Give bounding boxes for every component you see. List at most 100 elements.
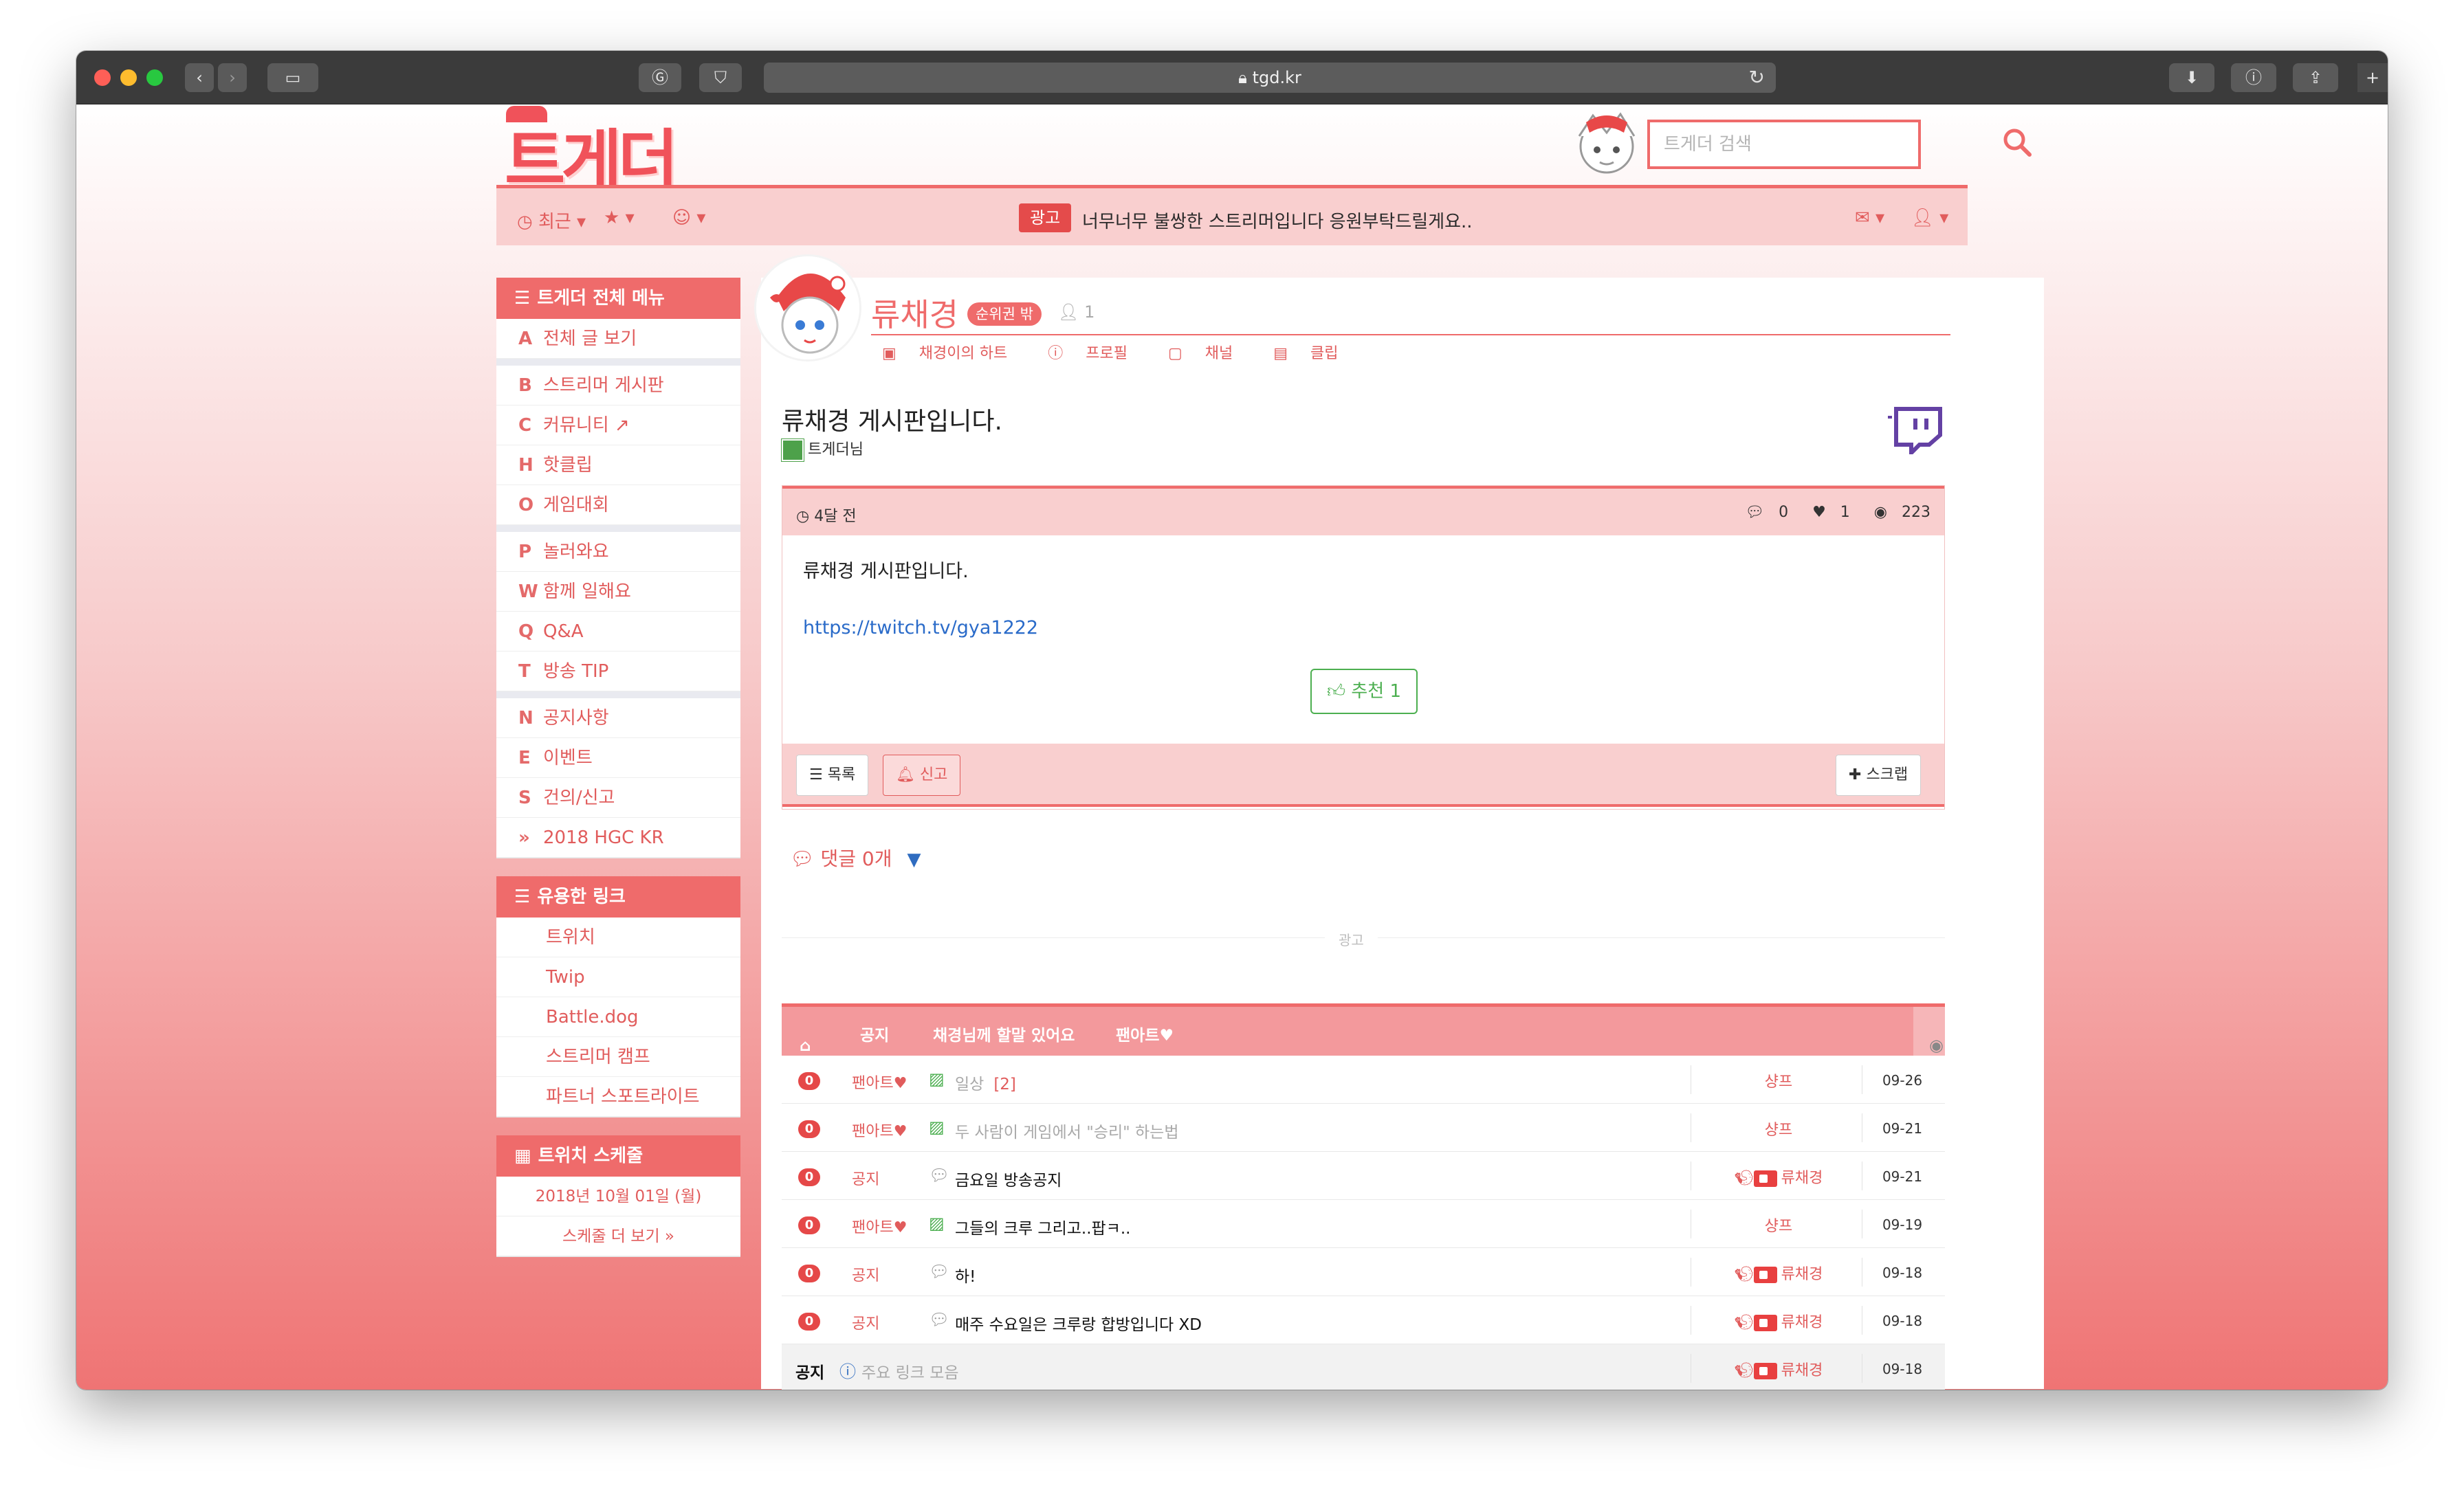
streamer-avatar[interactable] xyxy=(754,254,861,362)
row-title[interactable]: 그들의 크루 그리고..팝ㅋ.. xyxy=(955,1215,1140,1238)
notice-title[interactable]: 주요 링크 모음 xyxy=(861,1359,959,1383)
view-toggle-button[interactable]: ◉ xyxy=(1913,1007,1945,1056)
notice-writer[interactable]: 🍤︎ 류채경 xyxy=(1710,1358,1847,1380)
recommend-button[interactable]: 👍︎ 추천 1 xyxy=(1310,669,1418,714)
profile-link-clips[interactable]: ▤ 클립 xyxy=(1273,345,1356,362)
row-title[interactable]: 금요일 방송공지 xyxy=(955,1167,1071,1190)
address-bar[interactable]: 🔒︎ tgd.kr ↻ xyxy=(764,63,1776,93)
sidebar-item-all-posts[interactable]: A 전체 글 보기 xyxy=(496,319,740,359)
row-category[interactable]: 팬아트♥ xyxy=(852,1071,907,1093)
new-tab-button[interactable]: + xyxy=(2357,63,2388,92)
follower-count: 👤︎ 1 xyxy=(1058,302,1094,322)
sidebar-toggle-icon[interactable]: ▭ xyxy=(267,63,318,92)
twitch-icon[interactable] xyxy=(1885,405,1944,454)
site-menu-title-text: 트게더 전체 메뉴 xyxy=(537,288,665,309)
row-title[interactable]: 두 사람이 게임에서 "승리" 하는법 xyxy=(955,1119,1188,1142)
row-title[interactable]: 매주 수요일은 크루랑 합방입니다 XD xyxy=(955,1311,1211,1335)
link-twitch[interactable]: 트위치 xyxy=(496,918,740,957)
table-row[interactable]: 0 공지 💬︎ 하! 🍤︎ 류채경 09-18 xyxy=(782,1248,1945,1296)
close-window-button[interactable] xyxy=(94,69,111,86)
downloads-icon[interactable]: ⬇ xyxy=(2169,63,2214,92)
sidebar-item-hot-clips[interactable]: H 핫클립 xyxy=(496,445,740,485)
row-writer[interactable]: 🍤︎ 류채경 xyxy=(1710,1262,1847,1284)
row-title[interactable]: 일상 [2] xyxy=(955,1071,1016,1094)
row-writer[interactable]: 샹프 xyxy=(1710,1118,1847,1139)
ad-banner-text[interactable]: 너무너무 불쌍한 스트리머입니다 응원부탁드릴게요.. xyxy=(1082,208,1473,233)
row-writer[interactable]: 🍤︎ 류채경 xyxy=(1710,1166,1847,1188)
tab-fanart[interactable]: 팬아트♥ xyxy=(1116,1022,1174,1045)
tab-to-streamer[interactable]: 채경님께 할말 있어요 xyxy=(933,1022,1075,1045)
sidebar-item-qna[interactable]: Q Q&A xyxy=(496,612,740,652)
info-icon[interactable]: ⓘ xyxy=(2231,63,2276,92)
search-icon[interactable] xyxy=(2001,126,2033,158)
row-category[interactable]: 팬아트♥ xyxy=(852,1119,907,1141)
forward-button[interactable]: › xyxy=(218,63,247,92)
row-writer[interactable]: 샹프 xyxy=(1710,1214,1847,1236)
sidebar-item-feedback[interactable]: S 건의/신고 xyxy=(496,778,740,818)
minimize-window-button[interactable] xyxy=(120,69,137,86)
schedule-more-link[interactable]: 스케줄 더 보기 » xyxy=(496,1216,740,1256)
user-dropdown[interactable]: 👤︎ ▾ xyxy=(1911,208,1948,228)
sidebar-item-visit[interactable]: P 놀러와요 xyxy=(496,532,740,572)
row-category[interactable]: 공지 xyxy=(852,1167,879,1189)
chat-icon: 💬︎ xyxy=(929,1262,950,1281)
sidebar-item-streamer-board[interactable]: B 스트리머 게시판 xyxy=(496,366,740,405)
post-time: ◷ 4달 전 xyxy=(796,504,857,526)
link-partner-spotlight[interactable]: 파트너 스포트라이트 xyxy=(496,1077,740,1117)
reload-icon[interactable]: ↻ xyxy=(1749,63,1765,93)
favorites-dropdown[interactable]: ★ ▾ xyxy=(604,208,635,228)
streamer-name[interactable]: 류채경 xyxy=(871,290,958,335)
sidebar-item-events[interactable]: E 이벤트 xyxy=(496,738,740,778)
report-button[interactable]: 🔔︎ 신고 xyxy=(883,755,961,796)
comments-toggle[interactable]: 💬︎ 댓글 0개 ▼ xyxy=(790,844,921,871)
back-button[interactable]: ‹ xyxy=(185,63,214,92)
sidebar-item-stream-tips[interactable]: T 방송 TIP xyxy=(496,652,740,691)
extension-shield-icon[interactable]: ⛉ xyxy=(699,63,742,92)
emoji-dropdown[interactable]: ☺ ▾ xyxy=(672,208,705,228)
search-input[interactable]: 트게더 검색 xyxy=(1647,120,1921,169)
tab-notice[interactable]: 공지 xyxy=(860,1022,889,1045)
table-row[interactable]: 0 공지 💬︎ 매주 수요일은 크루랑 합방입니다 XD 🍤︎ 류채경 09-18 xyxy=(782,1296,1945,1344)
link-streamer-camp[interactable]: 스트리머 캠프 xyxy=(496,1037,740,1077)
table-row[interactable]: 0 공지 💬︎ 금요일 방송공지 🍤︎ 류채경 09-21 xyxy=(782,1152,1945,1200)
table-row[interactable]: 0 팬아트♥ ▨ 일상 [2] 샹프 09-26 xyxy=(782,1056,1945,1104)
row-title[interactable]: 하! xyxy=(955,1263,985,1287)
row-category[interactable]: 공지 xyxy=(852,1263,879,1285)
recent-label: 최근 xyxy=(538,212,571,232)
sidebar-item-work-together[interactable]: W 함께 일해요 xyxy=(496,572,740,612)
link-twip[interactable]: Twip xyxy=(496,957,740,997)
row-writer[interactable]: 샹프 xyxy=(1710,1069,1847,1091)
link-battle-dog[interactable]: Battle.dog xyxy=(496,997,740,1037)
row-writer[interactable]: 🍤︎ 류채경 xyxy=(1710,1310,1847,1332)
video-badge-icon xyxy=(1753,1267,1777,1283)
sidebar-item-hgc-kr[interactable]: » 2018 HGC KR xyxy=(496,818,740,858)
share-icon[interactable]: ⇪ xyxy=(2293,63,2338,92)
row-category[interactable]: 공지 xyxy=(852,1311,879,1333)
zoom-window-button[interactable] xyxy=(146,69,163,86)
notice-row[interactable]: 공지 ⓘ 주요 링크 모음 🍤︎ 류채경 09-18 xyxy=(782,1344,1945,1390)
post-twitch-link[interactable]: https://twitch.tv/gya1222 xyxy=(803,617,1924,638)
thumbs-up-icon: 👍︎ xyxy=(1326,681,1352,702)
table-row[interactable]: 0 팬아트♥ ▨ 두 사람이 게임에서 "승리" 하는법 샹프 09-21 xyxy=(782,1104,1945,1152)
sidebar-item-notices[interactable]: N 공지사항 xyxy=(496,698,740,738)
list-button[interactable]: ☰ 목록 xyxy=(796,755,869,796)
row-category[interactable]: 팬아트♥ xyxy=(852,1215,907,1237)
profile-link-heart[interactable]: ▣ 채경이의 하트 xyxy=(882,345,1025,362)
post-author[interactable]: 트게더님 xyxy=(782,437,864,461)
recent-dropdown[interactable]: ◷ 최근 ▾ xyxy=(517,208,586,233)
profile-link-profile[interactable]: ⓘ 프로필 xyxy=(1048,345,1145,362)
site-menu-title: ☰ 트게더 전체 메뉴 xyxy=(496,278,740,319)
scrap-button[interactable]: ✚ 스크랩 xyxy=(1836,755,1922,796)
list-button-label: 목록 xyxy=(827,766,856,783)
sidebar-item-tournaments[interactable]: O 게임대회 xyxy=(496,485,740,525)
profile-link-channel[interactable]: ▢ 채널 xyxy=(1168,345,1251,362)
extension-g-icon[interactable]: Ⓖ xyxy=(639,63,681,92)
table-row[interactable]: 0 팬아트♥ ▨ 그들의 크루 그리고..팝ㅋ.. 샹프 09-19 xyxy=(782,1200,1945,1248)
menu-label: 공지사항 xyxy=(543,708,609,729)
sidebar-item-community[interactable]: C 커뮤니티 ↗ xyxy=(496,405,740,445)
board-main: 류채경 순위권 밖 👤︎ 1 ▣ 채경이의 하트 ⓘ 프로필 ▢ 채널 ▤ 클립… xyxy=(754,254,2044,1390)
menu-icon: ☰ xyxy=(514,887,531,907)
schedule-date[interactable]: 2018년 10월 01일 (월) xyxy=(496,1177,740,1216)
writer-badge-icon: 🍤︎ xyxy=(1734,1266,1754,1283)
mail-dropdown[interactable]: ✉ ▾ xyxy=(1855,208,1884,228)
